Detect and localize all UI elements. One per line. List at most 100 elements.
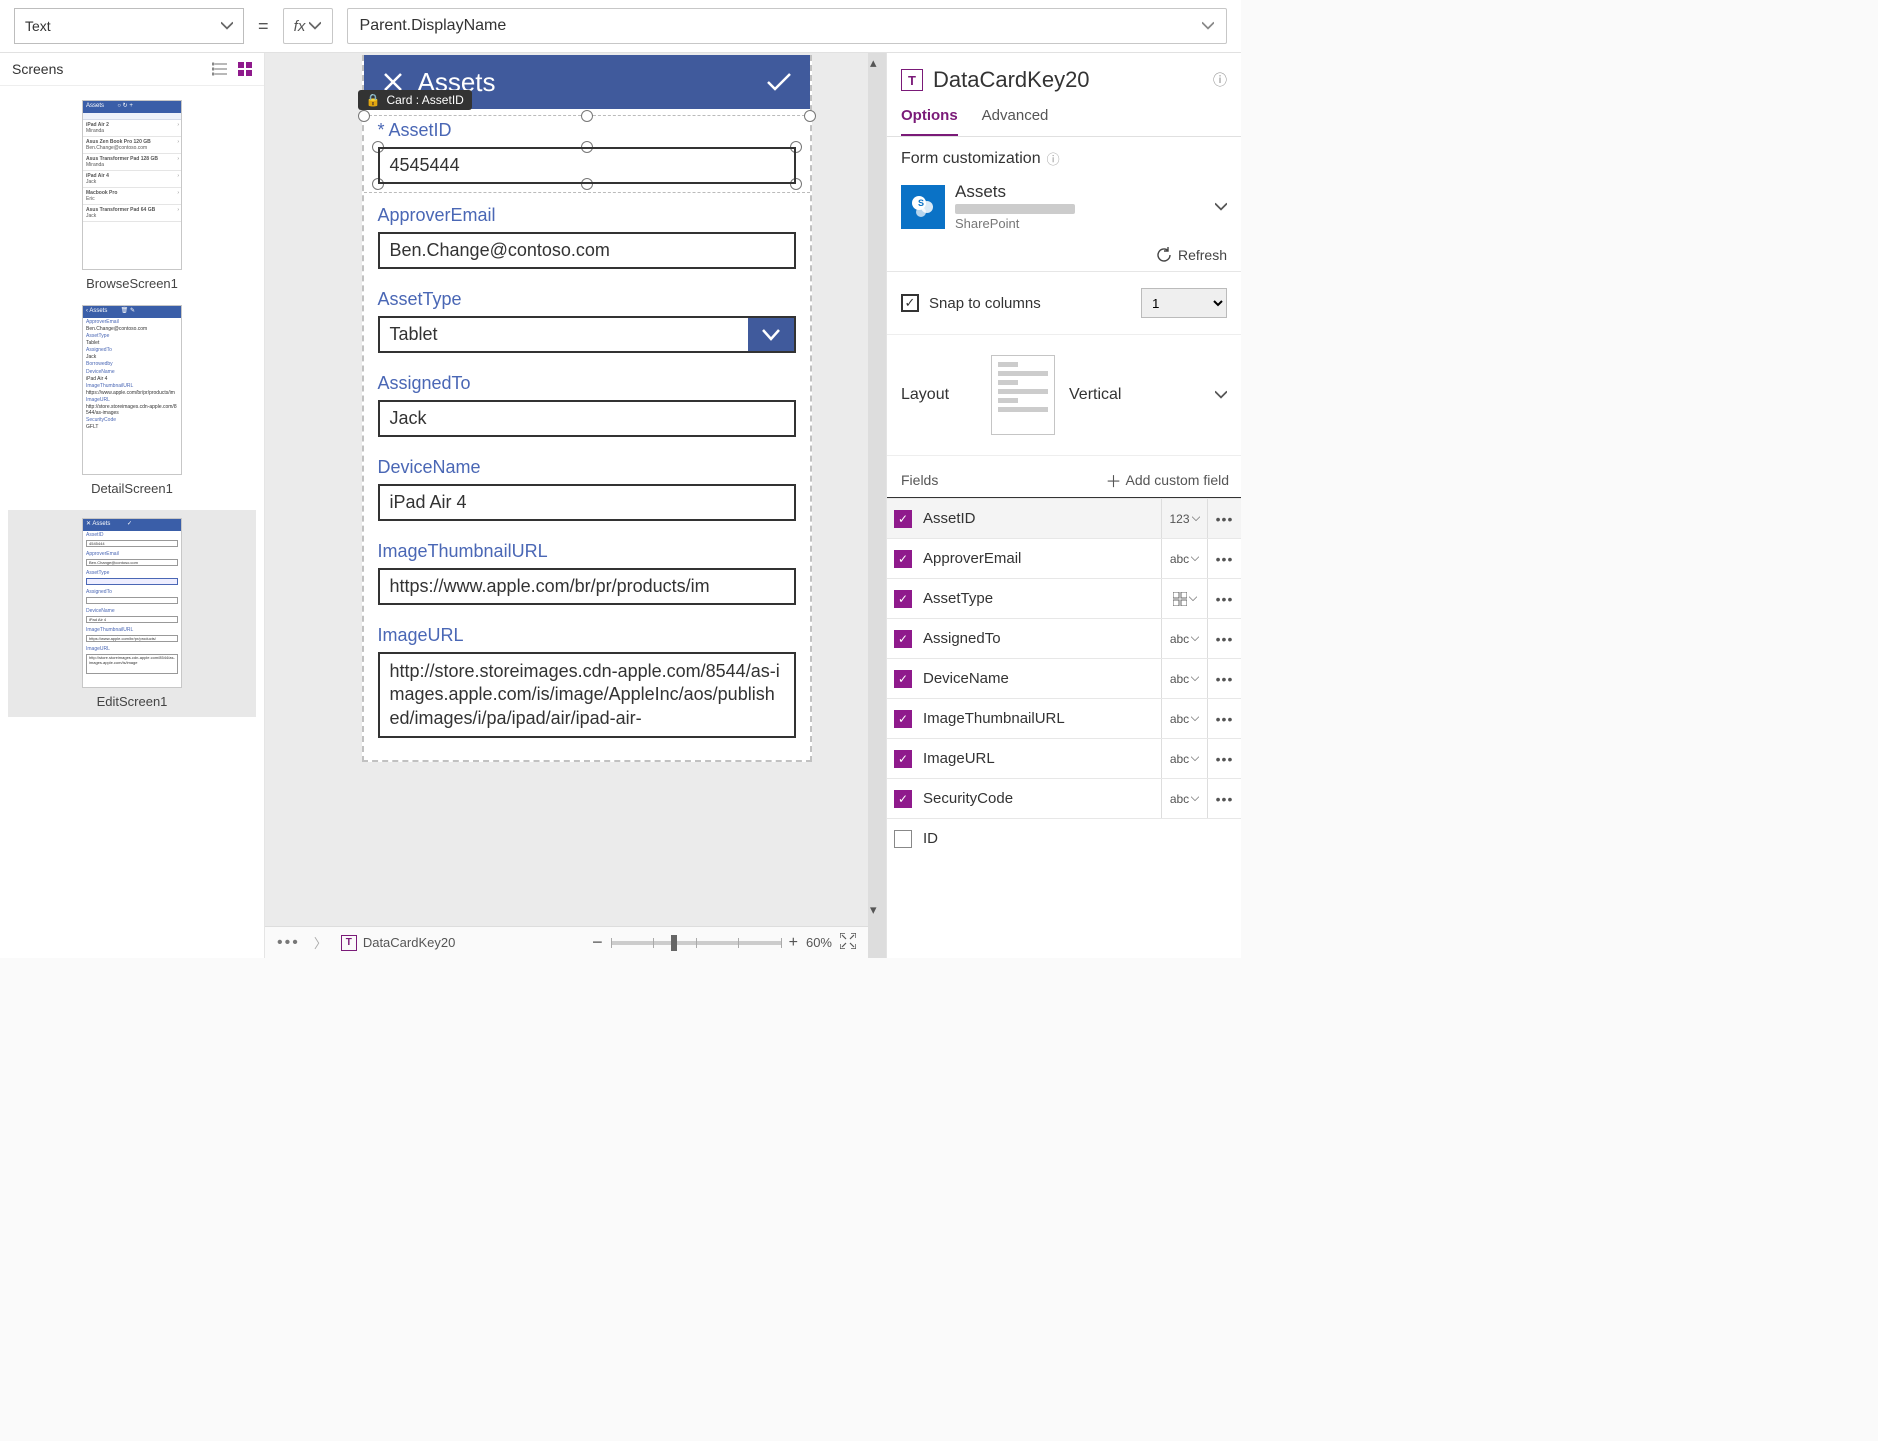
card-input[interactable]: https://www.apple.com/br/pr/products/im bbox=[378, 568, 796, 605]
list-view-icon[interactable] bbox=[212, 62, 228, 76]
help-icon[interactable]: ⓘ bbox=[1213, 70, 1227, 90]
field-checkbox[interactable]: ✓ bbox=[894, 790, 912, 808]
fx-indicator[interactable]: fx bbox=[283, 8, 333, 44]
type-icon: T bbox=[341, 935, 357, 951]
scroll-up-icon[interactable]: ▴ bbox=[870, 55, 877, 71]
field-more-button[interactable]: ••• bbox=[1207, 579, 1241, 618]
form-card-assignedto[interactable]: AssignedToJack bbox=[378, 369, 796, 445]
zoom-in-button[interactable]: + bbox=[789, 934, 798, 952]
field-type-selector[interactable]: abc bbox=[1161, 539, 1207, 578]
thumb-label: EditScreen1 bbox=[97, 694, 168, 709]
svg-text:S: S bbox=[918, 198, 924, 208]
columns-count-select[interactable]: 1 bbox=[1141, 288, 1227, 318]
formula-expression: Parent.DisplayName bbox=[360, 17, 507, 35]
field-row-assettype[interactable]: ✓AssetType••• bbox=[887, 578, 1241, 618]
field-row-imageurl[interactable]: ✓ ImageURLabc••• bbox=[887, 738, 1241, 778]
card-label: ImageURL bbox=[378, 625, 796, 646]
snap-label: Snap to columns bbox=[929, 295, 1041, 312]
card-input[interactable]: Ben.Change@contoso.com bbox=[378, 232, 796, 269]
field-type-selector[interactable]: abc bbox=[1161, 779, 1207, 818]
check-icon[interactable] bbox=[766, 71, 792, 93]
tab-advanced[interactable]: Advanced bbox=[982, 99, 1049, 136]
chevron-down-icon bbox=[1202, 20, 1214, 32]
chevron-down-icon bbox=[1215, 201, 1227, 213]
field-row-assignedto[interactable]: ✓AssignedToabc••• bbox=[887, 618, 1241, 658]
formula-input[interactable]: Parent.DisplayName bbox=[347, 8, 1227, 44]
form-card-assettype[interactable]: AssetTypeTablet bbox=[378, 285, 796, 361]
grid-view-icon[interactable] bbox=[238, 62, 252, 76]
field-type-selector[interactable]: abc bbox=[1161, 619, 1207, 658]
field-type-selector[interactable]: abc bbox=[1161, 739, 1207, 778]
field-more-button[interactable]: ••• bbox=[1207, 779, 1241, 818]
field-row-approveremail[interactable]: ✓ ApproverEmailabc••• bbox=[887, 538, 1241, 578]
field-checkbox[interactable]: ✓ bbox=[894, 750, 912, 768]
field-checkbox[interactable]: ✓ bbox=[894, 830, 912, 848]
screen-thumbnail-detail[interactable]: ‹ Assets 🗑 ✎ ApproverEmailBen.Change@con… bbox=[8, 305, 256, 496]
field-more-button[interactable]: ••• bbox=[1207, 659, 1241, 698]
form-card-imageurl[interactable]: ImageURL http://store.storeimages.cdn-app… bbox=[378, 621, 796, 746]
selected-control-name: DataCardKey20 bbox=[933, 67, 1203, 93]
card-input[interactable]: iPad Air 4 bbox=[378, 484, 796, 521]
screen-thumbnail-edit[interactable]: ✕ Assets ✓ AssetID4545444 ApproverEmailB… bbox=[8, 510, 256, 717]
field-type-selector[interactable]: abc bbox=[1161, 699, 1207, 738]
field-checkbox[interactable]: ✓ bbox=[894, 630, 912, 648]
field-type-selector[interactable] bbox=[1161, 579, 1207, 618]
field-name: ApproverEmail bbox=[919, 550, 1161, 567]
field-row-imagethumbnailurl[interactable]: ✓ImageThumbnailURLabc••• bbox=[887, 698, 1241, 738]
card-input[interactable]: Jack bbox=[378, 400, 796, 437]
field-name: AssetID bbox=[919, 510, 1161, 527]
breadcrumb-item[interactable]: DataCardKey20 bbox=[363, 935, 456, 950]
property-dropdown[interactable]: Text bbox=[14, 8, 244, 44]
more-icon[interactable]: ••• bbox=[277, 934, 300, 952]
field-more-button[interactable]: ••• bbox=[1207, 699, 1241, 738]
sharepoint-icon: S bbox=[901, 185, 945, 229]
field-more-button[interactable]: ••• bbox=[1207, 739, 1241, 778]
tab-options[interactable]: Options bbox=[901, 99, 958, 136]
property-name: Text bbox=[25, 18, 51, 34]
snap-to-columns-checkbox[interactable]: Snap to columns bbox=[901, 294, 1041, 312]
help-icon[interactable]: ⓘ bbox=[1047, 149, 1060, 168]
field-type-selector[interactable]: abc bbox=[1161, 659, 1207, 698]
zoom-out-button[interactable]: − bbox=[592, 932, 603, 953]
field-more-button[interactable]: ••• bbox=[1207, 619, 1241, 658]
scroll-down-icon[interactable]: ▾ bbox=[870, 902, 877, 918]
data-source-selector[interactable]: S Assets SharePoint bbox=[887, 176, 1241, 243]
card-label: ApproverEmail bbox=[378, 205, 796, 226]
field-type-selector[interactable]: 123 bbox=[1161, 499, 1207, 538]
fit-screen-icon[interactable] bbox=[840, 933, 856, 952]
field-row-assetid[interactable]: ✓ AssetID123••• bbox=[887, 498, 1241, 538]
form-card-approveremail[interactable]: ApproverEmail Ben.Change@contoso.com bbox=[378, 201, 796, 277]
add-custom-label: Add custom field bbox=[1126, 472, 1230, 488]
refresh-label: Refresh bbox=[1178, 247, 1227, 263]
form-card-devicename[interactable]: DeviceNameiPad Air 4 bbox=[378, 453, 796, 529]
formula-bar: Text = fx Parent.DisplayName bbox=[0, 0, 1241, 53]
field-checkbox[interactable]: ✓ bbox=[894, 590, 912, 608]
canvas-scrollbar[interactable]: ▴ ▾ bbox=[868, 53, 886, 958]
add-custom-field-button[interactable]: ＋ Add custom field bbox=[1105, 468, 1229, 492]
field-checkbox[interactable]: ✓ bbox=[894, 710, 912, 728]
layout-dropdown[interactable]: Vertical bbox=[1055, 386, 1227, 404]
field-row-id[interactable]: ✓ID bbox=[887, 818, 1241, 858]
field-more-button[interactable]: ••• bbox=[1207, 499, 1241, 538]
field-more-button[interactable]: ••• bbox=[1207, 539, 1241, 578]
datasource-name: Assets bbox=[955, 182, 1205, 202]
screens-header: Screens bbox=[12, 61, 63, 77]
card-input[interactable]: 4545444 bbox=[378, 147, 796, 184]
layout-preview-icon bbox=[991, 355, 1055, 435]
screen-thumbnail-browse[interactable]: Assets ○ ↻ + iPad Air 2Miranda› Asus Zen… bbox=[8, 100, 256, 291]
equals-label: = bbox=[258, 16, 269, 37]
chevron-down-icon bbox=[309, 20, 321, 32]
field-row-devicename[interactable]: ✓DeviceNameabc••• bbox=[887, 658, 1241, 698]
field-checkbox[interactable]: ✓ bbox=[894, 510, 912, 528]
card-textarea[interactable]: http://store.storeimages.cdn-apple.com/8… bbox=[378, 652, 796, 738]
form-card-assetid[interactable]: AssetID4545444🔒Card : AssetID bbox=[364, 115, 810, 193]
field-name: ImageURL bbox=[919, 750, 1161, 767]
field-row-securitycode[interactable]: ✓SecurityCodeabc••• bbox=[887, 778, 1241, 818]
field-checkbox[interactable]: ✓ bbox=[894, 670, 912, 688]
refresh-button[interactable]: Refresh bbox=[887, 243, 1241, 272]
field-checkbox[interactable]: ✓ bbox=[894, 550, 912, 568]
zoom-slider[interactable] bbox=[611, 941, 781, 945]
form-card-imagethumbnailurl[interactable]: ImageThumbnailURLhttps://www.apple.com/b… bbox=[378, 537, 796, 613]
chevron-down-icon bbox=[221, 20, 233, 32]
card-select[interactable]: Tablet bbox=[378, 316, 796, 353]
